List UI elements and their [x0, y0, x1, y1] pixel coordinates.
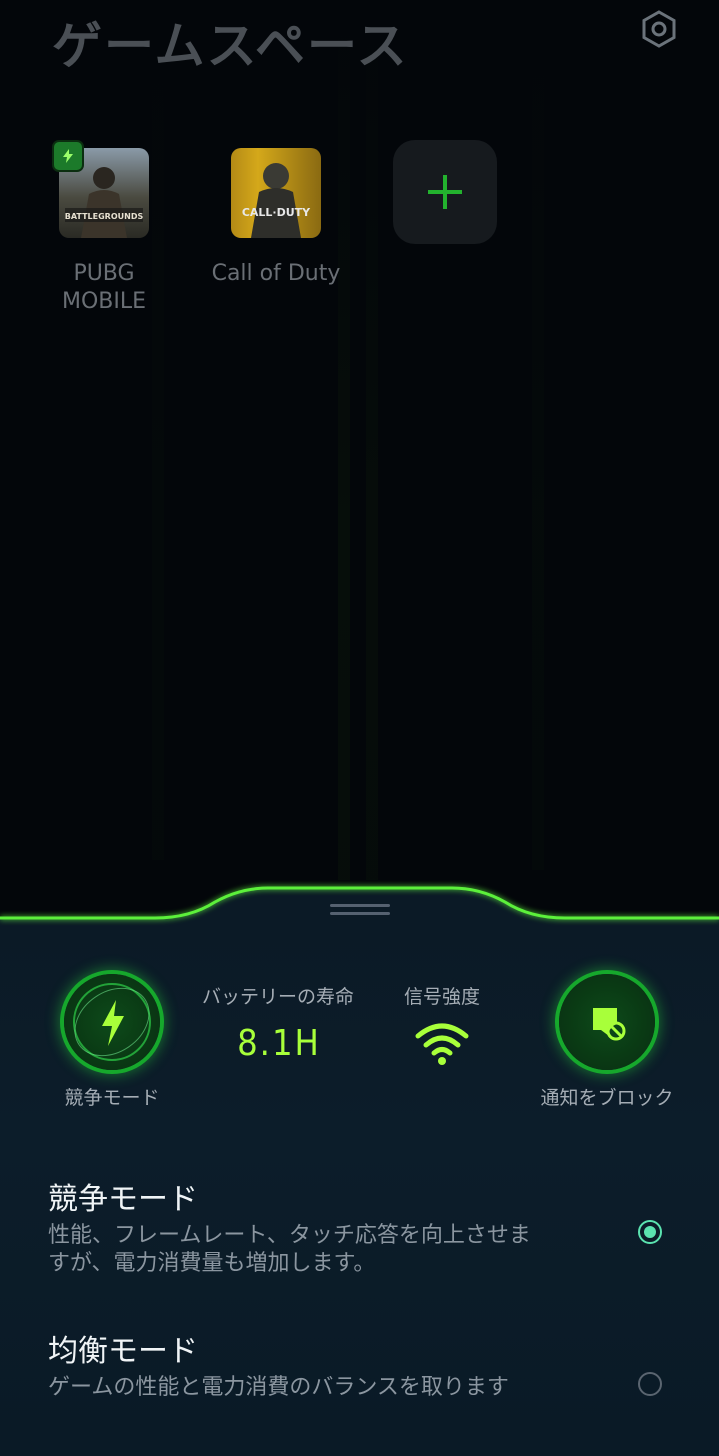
- battery-title: バッテリーの寿命: [201, 986, 354, 1008]
- game-tile-pubg[interactable]: BATTLEGROUNDS PUBG MOBILE: [34, 140, 174, 316]
- mode-option-balanced[interactable]: 均衡モード ゲームの性能と電力消費のバランスを取ります: [48, 1334, 668, 1402]
- mode-title: 競争モード: [48, 1182, 198, 1217]
- add-game-button[interactable]: [393, 140, 497, 244]
- background-streak: [366, 0, 378, 880]
- bottom-sheet-edge: [0, 886, 719, 930]
- mode-description: ゲームの性能と電力消費のバランスを取ります: [48, 1375, 509, 1400]
- battery-value: 8.1H: [237, 1023, 321, 1064]
- game-label-cod: Call of Duty: [211, 261, 341, 286]
- block-notifications-label: 通知をブロック: [540, 1087, 674, 1109]
- competition-mode-label: 競争モード: [64, 1087, 160, 1109]
- notification-block-icon: [593, 1008, 626, 1041]
- pubg-art-text: BATTLEGROUNDS: [65, 212, 144, 221]
- page-title: ゲームスペース: [52, 17, 409, 75]
- background-streak: [152, 0, 164, 860]
- mode-option-competition[interactable]: 競争モード 性能、フレームレート、タッチ応答を向上させますが、電力消費量も増加し…: [48, 1182, 668, 1278]
- background-streak: [532, 0, 544, 870]
- cod-art: CALL·DUTY: [242, 163, 311, 238]
- mode-title: 均衡モード: [48, 1334, 198, 1369]
- background-streak: [338, 0, 350, 880]
- cod-art-text: CALL·DUTY: [242, 206, 311, 219]
- wifi-icon: [415, 1023, 469, 1065]
- signal-title: 信号強度: [403, 986, 480, 1008]
- plus-icon: [428, 175, 462, 209]
- settings-button[interactable]: [636, 6, 682, 52]
- competition-mode-button[interactable]: [64, 974, 160, 1070]
- game-tile-cod[interactable]: CALL·DUTY Call of Duty: [206, 140, 346, 288]
- game-icon-cod: CALL·DUTY: [231, 148, 321, 238]
- lightning-icon: [63, 149, 73, 163]
- lightning-icon: [73, 983, 151, 1061]
- game-label-pubg: PUBG MOBILE: [61, 261, 147, 314]
- mode-description: 性能、フレームレート、タッチ応答を向上させますが、電力消費量も増加します。: [48, 1223, 531, 1276]
- radio-selected[interactable]: [638, 1220, 662, 1244]
- radio-unselected[interactable]: [638, 1372, 662, 1396]
- gear-icon: [642, 10, 676, 48]
- boost-badge: [52, 140, 84, 172]
- block-notifications-button[interactable]: [559, 974, 655, 1070]
- drag-handle[interactable]: [330, 904, 390, 918]
